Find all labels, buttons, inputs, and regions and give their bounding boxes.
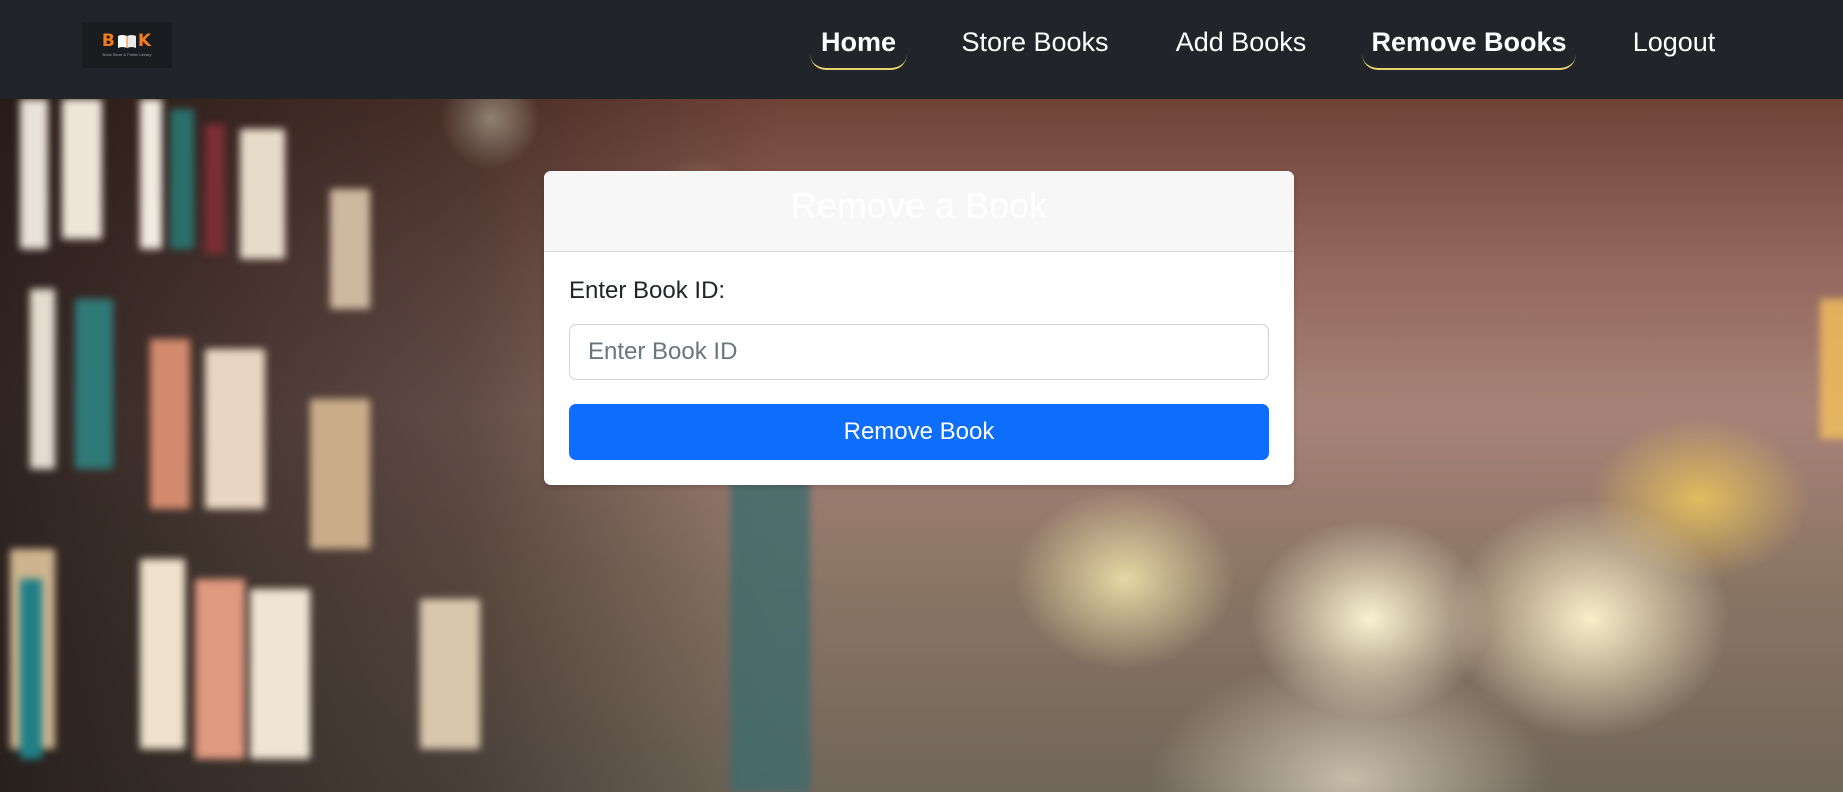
top-navbar: B K Book Store & Public Library Home Sto… [0,0,1843,99]
book-id-input[interactable] [569,324,1269,380]
book-spine [250,589,310,759]
book-spine [1820,299,1843,439]
nav-store-books-link[interactable]: Store Books [952,22,1118,70]
card-title: Remove a Book [544,171,1294,252]
remove-book-card: Remove a Book Enter Book ID: Remove Book [544,171,1294,485]
nav-remove-books-link[interactable]: Remove Books [1362,22,1576,70]
book-spine [75,299,113,469]
book-spine [30,289,55,469]
book-spine [170,109,194,249]
book-spine [195,579,245,759]
nav-home-link[interactable]: Home [810,22,907,70]
book-spine [140,99,162,249]
book-id-label: Enter Book ID: [569,277,726,304]
book-spine [420,599,480,749]
book-spine [140,559,185,749]
book-spine [205,124,225,254]
remove-book-button[interactable]: Remove Book [569,404,1269,460]
book-spine [310,399,370,549]
book-spine [62,99,102,239]
book-spine [240,129,285,259]
book-spine [20,99,48,249]
logo-tagline: Book Store & Public Library [102,52,152,57]
nav-add-books-link[interactable]: Add Books [1167,22,1315,70]
book-spine [730,479,810,792]
open-book-icon [117,34,137,49]
book-spine [330,189,370,309]
book-spine [20,579,42,759]
brand-logo[interactable]: B K Book Store & Public Library [82,22,172,68]
book-spine [205,349,265,509]
nav-logout-link[interactable]: Logout [1624,22,1724,70]
logo-wordmark: B K [101,31,153,51]
book-spine [150,339,190,509]
